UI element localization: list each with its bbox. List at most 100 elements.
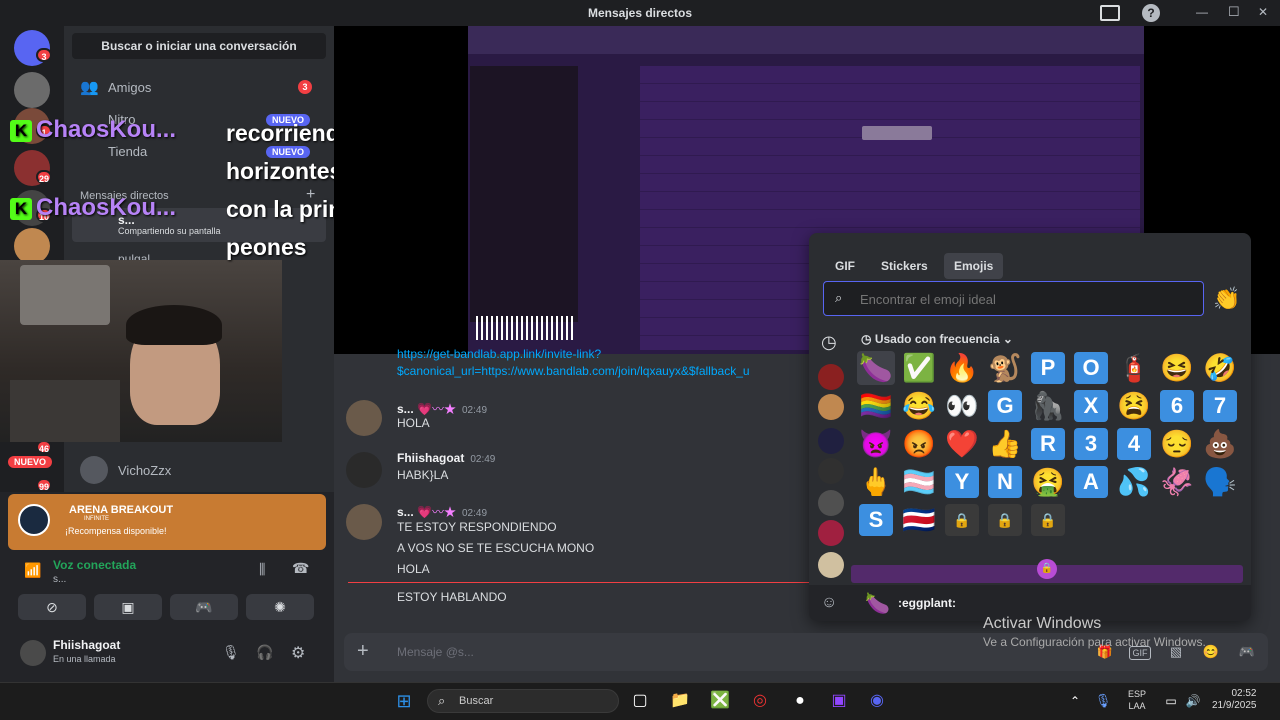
section-frequent[interactable]: ◷ Usado con frecuencia ⌄ — [861, 332, 1013, 346]
emoji-letter-s[interactable]: S — [859, 504, 893, 536]
emoji[interactable]: 👀 — [943, 389, 981, 423]
author-name[interactable]: s... — [397, 505, 414, 519]
emoji[interactable]: 🔥 — [943, 351, 981, 385]
add-attachment-button[interactable]: + — [357, 640, 369, 663]
voice-status[interactable]: Voz conectada — [53, 558, 136, 572]
server-emoji-category[interactable] — [818, 552, 844, 578]
avatar[interactable] — [346, 452, 382, 488]
message-author[interactable]: s... 💗〰★ 02:49 — [397, 400, 487, 417]
opera-icon[interactable]: ◎ — [747, 690, 773, 712]
avatar[interactable] — [346, 504, 382, 540]
emoji-letter-a[interactable]: A — [1074, 466, 1108, 498]
apps-icon[interactable]: 🎮 — [1236, 644, 1258, 662]
message-author[interactable]: Fhiishagoat 02:49 — [397, 451, 495, 465]
emoji-letter-r[interactable]: R — [1031, 428, 1065, 460]
maximize-button[interactable]: ☐ — [1228, 4, 1240, 20]
emoji[interactable]: 💩 — [1201, 427, 1239, 461]
language-indicator[interactable]: ESP LAA — [1128, 688, 1146, 712]
emoji[interactable]: 😔 — [1158, 427, 1196, 461]
dm-item-vicho[interactable]: VichoZzx — [118, 463, 171, 478]
emoji[interactable]: 😂 — [900, 389, 938, 423]
emoji-search-input[interactable] — [860, 290, 1190, 308]
user-name[interactable]: Fhiishagoat — [53, 638, 120, 652]
emoji-letter-7[interactable]: 7 — [1203, 390, 1237, 422]
emoji-letter-n[interactable]: N — [988, 466, 1022, 498]
author-name[interactable]: Fhiishagoat — [397, 451, 464, 465]
file-explorer-icon[interactable]: 📁 — [667, 690, 693, 712]
tab-gif[interactable]: GIF — [825, 253, 865, 279]
avatar[interactable] — [20, 640, 46, 666]
promo-banner[interactable]: ARENA BREAKOUT INFINITE ¡Recompensa disp… — [8, 494, 326, 550]
emoji[interactable]: 😫 — [1115, 389, 1153, 423]
emoji[interactable]: 🍆 — [857, 351, 895, 385]
microphone-icon[interactable]: 🎙 — [222, 644, 240, 661]
volume-icon[interactable]: 🔊 — [1180, 690, 1206, 712]
emoji[interactable]: 🗣️ — [1201, 465, 1239, 499]
server-emoji-category[interactable] — [818, 458, 844, 484]
tab-stickers[interactable]: Stickers — [871, 253, 938, 279]
server-emoji-category[interactable] — [818, 520, 844, 546]
server-icon[interactable] — [14, 228, 50, 264]
emoji[interactable]: ❤️ — [943, 427, 981, 461]
emoji-letter-p[interactable]: P — [1031, 352, 1065, 384]
locked-emoji[interactable]: 🔒 — [945, 504, 979, 536]
server-emoji-category[interactable] — [818, 428, 844, 454]
message-link[interactable]: https://get-bandlab.app.link/invite-link… — [397, 347, 601, 361]
headphones-icon[interactable]: 🎧 — [256, 644, 273, 661]
server-icon[interactable] — [14, 72, 50, 108]
conversation-search[interactable]: Buscar o iniciar una conversación — [72, 33, 326, 59]
inbox-icon[interactable] — [1100, 5, 1120, 21]
settings-gear-icon[interactable]: ⚙ — [291, 643, 305, 663]
emoji-letter-x[interactable]: X — [1074, 390, 1108, 422]
author-name[interactable]: s... — [397, 402, 414, 416]
emoji[interactable]: 🏳️‍🌈 — [857, 389, 895, 423]
task-view-icon[interactable]: ▢ — [627, 690, 653, 712]
clock-icon[interactable]: ◷ — [821, 332, 837, 353]
camera-off-button[interactable]: ⊘ — [18, 594, 86, 620]
microphone-tray-icon[interactable]: 🎙 — [1090, 690, 1116, 712]
chevron-up-icon[interactable]: ⌃ — [1062, 690, 1088, 712]
message-input[interactable]: Mensaje @s... — [397, 645, 474, 659]
message-author[interactable]: s... 💗〰★ 02:49 — [397, 503, 487, 520]
twitch-icon[interactable]: ▣ — [826, 690, 852, 712]
emoji[interactable]: 🤮 — [1029, 465, 1067, 499]
emoji-letter-o[interactable]: O — [1074, 352, 1108, 384]
minimize-button[interactable]: — — [1196, 5, 1208, 19]
emoji-letter-4[interactable]: 4 — [1117, 428, 1151, 460]
disconnect-icon[interactable]: ☎ — [292, 560, 309, 577]
emoji[interactable]: 💦 — [1115, 465, 1153, 499]
app-icon[interactable]: ● — [787, 690, 813, 712]
discord-taskbar-icon[interactable]: ◉ — [864, 690, 890, 712]
server-emoji-category[interactable] — [818, 394, 844, 420]
emoji[interactable]: 🏳️‍⚧️ — [900, 465, 938, 499]
voice-activity-icon[interactable]: ⫼ — [259, 561, 265, 578]
emoji[interactable]: ✅ — [900, 351, 938, 385]
emoji[interactable]: 🖕 — [857, 465, 895, 499]
server-emoji-category[interactable] — [818, 364, 844, 390]
emoji[interactable]: 👍 — [986, 427, 1024, 461]
windows-start-icon[interactable]: ⊞ — [391, 690, 417, 712]
voice-channel[interactable]: s... — [53, 574, 66, 585]
shop-link[interactable]: Tienda — [108, 144, 147, 159]
xbox-icon[interactable]: ❎ — [707, 690, 733, 712]
help-icon[interactable]: ? — [1142, 4, 1160, 22]
emoji[interactable]: 😡 — [900, 427, 938, 461]
emoji[interactable]: 🇨🇷 — [900, 503, 938, 537]
emoji[interactable]: 🧯 — [1115, 351, 1153, 385]
taskbar-clock[interactable]: 02:52 21/9/2025 — [1212, 688, 1257, 712]
emoji[interactable]: 🤣 — [1201, 351, 1239, 385]
locked-emoji[interactable]: 🔒 — [988, 504, 1022, 536]
emoji-letter-y[interactable]: Y — [945, 466, 979, 498]
emoji[interactable]: 🦍 — [1029, 389, 1067, 423]
message-link[interactable]: $canonical_url=https://www.bandlab.com/j… — [397, 364, 809, 378]
soundboard-button[interactable]: ✺ — [246, 594, 314, 620]
emoji-letter-g[interactable]: G — [988, 390, 1022, 422]
friends-link[interactable]: Amigos — [108, 80, 151, 95]
emoji[interactable]: 👿 — [857, 427, 895, 461]
emoji-letter-6[interactable]: 6 — [1160, 390, 1194, 422]
emoji[interactable]: 🐒 — [986, 351, 1024, 385]
emoji[interactable]: 😆 — [1158, 351, 1196, 385]
emoji[interactable]: 🦑 — [1158, 465, 1196, 499]
activities-button[interactable]: 🎮 — [170, 594, 238, 620]
emoji-letter-3[interactable]: 3 — [1074, 428, 1108, 460]
